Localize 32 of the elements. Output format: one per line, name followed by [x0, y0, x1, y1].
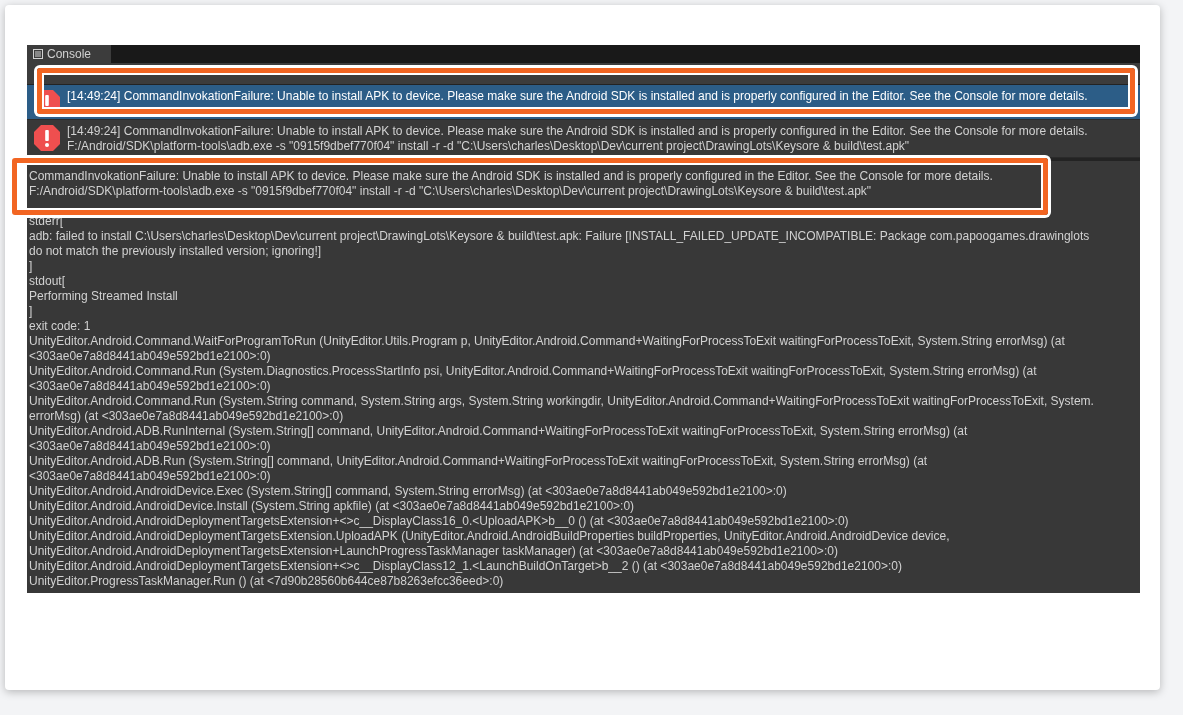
detail-line: UnityEditor.Android.AndroidDeploymentTargetsExtension+LaunchProgressTaskManager taskManager) (at <303ae0e7a8d8441ab049e592bd1e2100>:0) [29, 544, 839, 559]
console-tab[interactable]: Console [27, 45, 111, 63]
detail-line: UnityEditor.Android.Command.Run (System.Diagnostics.ProcessStartInfo psi, UnityEditor.Android.Command+WaitingForProcessToExit waitingForProcessToExit, System.String errorMsg) (at [29, 364, 1038, 379]
detail-line: <303ae0e7a8d8441ab049e592bd1e2100>:0) [29, 469, 272, 484]
detail-line: UnityEditor.Android.ADB.RunInternal (System.String[] command, UnityEditor.Android.Command+WaitingForProcessToExit waitingForProcessToExit, System.String errorMsg) (at [29, 424, 969, 439]
detail-line: UnityEditor.Android.AndroidDeploymentTargetsExtension.UploadAPK (UnityEditor.Android.AndroidBuildProperties buildProperties, UnityEditor.Android.AndroidDevice device, [29, 529, 951, 544]
detail-line: exit code: 1 [29, 319, 92, 334]
detail-line: errorMsg) (at <303ae0e7a8d8441ab049e592bd1e2100>:0) [29, 409, 345, 424]
detail-line: stdout[ [29, 274, 67, 289]
detail-line: UnityEditor.Android.AndroidDevice.Install (System.String apkfile) (at <303ae0e7a8d8441ab049e592bd1e2100>:0) [29, 499, 636, 514]
detail-line: <303ae0e7a8d8441ab049e592bd1e2100>:0) [29, 379, 272, 394]
list-icon [33, 49, 43, 59]
detail-line: F:/Android/SDK\platform-tools\adb.exe -s "0915f9dbef770f04" install -r -d "C:\Users\charles\Desktop\Dev\current project\DrawingLots\Keysore & build\test.apk" [29, 184, 873, 199]
log-message: [14:49:24] CommandInvokationFailure: Unable to install APK to device. Please make sure the Android SDK is installed and is properly configured in the Editor. See the Console for more details. [67, 89, 1088, 104]
detail-line: UnityEditor.Android.AndroidDeploymentTargetsExtension+<>c__DisplayClass16_0.<UploadAPK>b__0 () (at <303ae0e7a8d8441ab049e592bd1e2100>:0) [29, 514, 850, 529]
detail-line: UnityEditor.Android.AndroidDeploymentTargetsExtension+<>c__DisplayClass12_1.<LaunchBuildOnTarget>b__2 () (at <303ae0e7a8d8441ab049e592bd1e2100>:0) [29, 559, 903, 574]
detail-line: ] [29, 304, 34, 319]
detail-line: UnityEditor.Android.Command.Run (System.String command, System.String args, System.String workingdir, UnityEditor.Android.Command+WaitingForProcessToExit waitingForProcessToExit, System. [29, 394, 1095, 409]
detail-line: UnityEditor.Android.AndroidDevice.Exec (System.String[] command, System.String errorMsg) (at <303ae0e7a8d8441ab049e592bd1e2100>:0) [29, 484, 788, 499]
detail-line: <303ae0e7a8d8441ab049e592bd1e2100>:0) [29, 439, 272, 454]
detail-line: ] [29, 259, 34, 274]
log-message: [14:49:24] CommandInvokationFailure: Unable to install APK to device. Please make sure the Android SDK is installed and is properly configured in the Editor. See the Console for more details. [67, 124, 1088, 139]
detail-line: UnityEditor.Android.Command.WaitForProgramToRun (UnityEditor.Utils.Program p, UnityEditor.Android.Command+WaitingForProcessToExit waitingForProcessToExit, System.String errorMsg) (at [29, 334, 1066, 349]
error-icon [33, 124, 61, 152]
log-message: F:/Android/SDK\platform-tools\adb.exe -s "0915f9dbef770f04" install -r -d "C:\Users\charles\Desktop\Dev\current project\DrawingLots\Keysore & build\test.apk" [67, 139, 911, 154]
detail-line: Performing Streamed Install [29, 289, 179, 304]
detail-line: CommandInvokationFailure: Unable to install APK to device. Please make sure the Android SDK is installed and is properly configured in the Editor. See the Console for more details. [29, 169, 994, 184]
detail-line: UnityEditor.Android.ADB.Run (System.String[] command, UnityEditor.Android.Command+WaitingForProcessToExit waitingForProcessToExit, System.String errorMsg) (at [29, 454, 929, 469]
detail-line: adb: failed to install C:\Users\charles\Desktop\Dev\current project\DrawingLots\Keysore & build\test.apk: Failure [INSTALL_FAILED_UPDATE_INCOMPATIBLE: Package com.papoogames.drawinglots [29, 229, 1091, 244]
detail-line: <303ae0e7a8d8441ab049e592bd1e2100>:0) [29, 349, 272, 364]
detail-line: do not match the previously installed version; ignoring!] [29, 244, 323, 259]
detail-line: UnityEditor.ProgressTaskManager.Run () (at <7d90b28560b644ce87b8263efcc36eed>:0) [29, 574, 505, 589]
